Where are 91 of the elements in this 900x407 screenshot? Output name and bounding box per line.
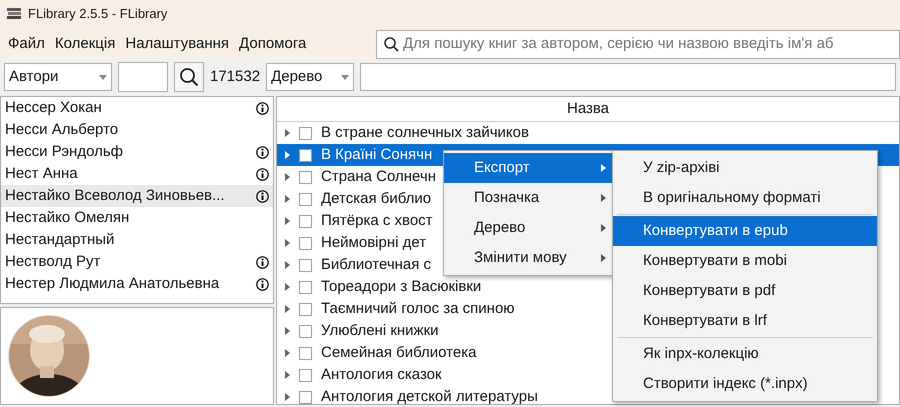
author-row[interactable]: Нестер Людмила Анатольевна xyxy=(1,273,273,295)
search-field[interactable]: Для пошуку книг за автором, серією чи назвою введіть ім'я аб xyxy=(376,30,900,58)
search-icon xyxy=(383,36,399,52)
checkbox[interactable] xyxy=(299,324,312,338)
author-row[interactable]: Нестволд Рут xyxy=(1,251,273,273)
menu-item[interactable]: Експорт xyxy=(444,153,612,183)
checkbox[interactable] xyxy=(299,302,312,316)
app-icon xyxy=(6,6,22,22)
book-title[interactable]: Библиотечная с xyxy=(321,254,432,276)
expand-icon[interactable] xyxy=(285,283,290,291)
author-row[interactable]: Нестандартный xyxy=(1,229,273,251)
checkbox[interactable] xyxy=(299,390,312,404)
submenu-arrow-icon xyxy=(601,224,606,232)
book-title[interactable]: В стране солнечных зайчиков xyxy=(321,122,529,144)
window-title: FLibrary 2.5.5 - FLibrary xyxy=(28,5,168,24)
author-name: Нессер Хокан xyxy=(5,98,102,118)
checkbox[interactable] xyxy=(299,346,312,360)
checkbox[interactable] xyxy=(299,280,312,294)
author-name: Несси Рэндольф xyxy=(5,142,124,162)
menu-item[interactable]: Допомога xyxy=(235,32,310,56)
author-row[interactable]: Нессер Хокан xyxy=(1,97,273,119)
book-title[interactable]: Таємничий голос за спиною xyxy=(321,298,515,320)
menu-item[interactable]: Як inpx-колекцію xyxy=(613,339,877,369)
checkbox[interactable] xyxy=(299,170,312,184)
author-name: Нестволд Рут xyxy=(5,252,100,272)
submenu-arrow-icon xyxy=(601,254,606,262)
menu-item[interactable]: Колекція xyxy=(50,32,120,56)
search-button[interactable] xyxy=(174,62,204,92)
expand-icon[interactable] xyxy=(285,327,290,335)
author-row[interactable]: Нестайко Омелян xyxy=(1,207,273,229)
author-row[interactable]: Нест Анна xyxy=(1,163,273,185)
expand-icon[interactable] xyxy=(285,195,290,203)
menu-item[interactable]: Файл xyxy=(4,32,49,56)
author-name: Нест Анна xyxy=(5,164,78,184)
menu-item[interactable]: Налаштування xyxy=(121,32,234,56)
author-name: Несси Альберто xyxy=(5,120,118,140)
expand-icon[interactable] xyxy=(285,217,290,225)
submenu-arrow-icon xyxy=(601,194,606,202)
view-dropdown[interactable]: Дерево xyxy=(266,63,354,91)
expand-icon[interactable] xyxy=(285,173,290,181)
checkbox[interactable] xyxy=(299,258,312,272)
book-title[interactable]: Страна Солнечн xyxy=(321,166,436,188)
menu-item[interactable]: Конвертувати в epub xyxy=(613,216,877,246)
checkbox[interactable] xyxy=(299,126,312,140)
checkbox[interactable] xyxy=(299,236,312,250)
book-title[interactable]: Антология сказок xyxy=(321,364,442,386)
filter-field[interactable] xyxy=(118,62,168,92)
author-row[interactable]: Нестайко Всеволод Зиновьев... xyxy=(1,185,273,207)
author-name: Нестайко Всеволод Зиновьев... xyxy=(5,186,225,206)
mode-dropdown[interactable]: Автори xyxy=(4,63,112,91)
author-name: Нестандартный xyxy=(5,230,114,250)
book-title[interactable]: Пятёрка с хвост xyxy=(321,210,433,232)
submenu-arrow-icon xyxy=(601,164,606,172)
column-header[interactable]: Назва xyxy=(566,98,610,120)
author-name: Нестайко Омелян xyxy=(5,208,130,228)
author-row[interactable]: Несси Рэндольф xyxy=(1,141,273,163)
expand-icon[interactable] xyxy=(285,261,290,269)
checkbox[interactable] xyxy=(299,214,312,228)
menu-item[interactable]: Конвертувати в pdf xyxy=(613,276,877,306)
dropdown-arrow-icon xyxy=(341,74,350,80)
book-title[interactable]: Детская библио xyxy=(321,188,432,210)
checkbox[interactable] xyxy=(299,148,312,162)
expand-icon[interactable] xyxy=(285,393,290,401)
menu-item[interactable]: Створити індекс (*.inpx) xyxy=(613,369,877,399)
filter-input[interactable] xyxy=(360,63,896,91)
checkbox[interactable] xyxy=(299,368,312,382)
book-title[interactable]: Неймовірні дет xyxy=(321,232,426,254)
search-icon xyxy=(179,67,199,87)
book-title[interactable]: Семейная библиотека xyxy=(321,342,476,364)
expand-icon[interactable] xyxy=(285,129,290,137)
menu-item[interactable]: Конвертувати в lrf xyxy=(613,306,877,336)
book-count: 171532 xyxy=(210,66,260,87)
book-title[interactable]: В Країні Сонячн xyxy=(321,144,432,166)
expand-icon[interactable] xyxy=(285,305,290,313)
book-title[interactable]: Улюблені книжки xyxy=(321,320,439,342)
expand-icon[interactable] xyxy=(285,239,290,247)
author-row[interactable]: Несси Альберто xyxy=(1,119,273,141)
menu-item[interactable]: Позначка xyxy=(444,183,612,213)
book-title[interactable]: Антология детской литературы xyxy=(321,386,538,404)
menu-item[interactable]: Дерево xyxy=(444,213,612,243)
checkbox[interactable] xyxy=(299,192,312,206)
expand-icon[interactable] xyxy=(285,151,290,159)
author-name: Нестер Людмила Анатольевна xyxy=(5,274,220,294)
dropdown-arrow-icon xyxy=(99,74,107,80)
expand-icon[interactable] xyxy=(285,349,290,357)
book-title[interactable]: Тореадори з Васюківки xyxy=(321,276,482,298)
expand-icon[interactable] xyxy=(285,371,290,379)
menu-item[interactable]: У zip-архіві xyxy=(613,153,877,183)
menu-item[interactable]: Конвертувати в mobi xyxy=(613,246,877,276)
menu-item[interactable]: Змінити мову xyxy=(444,243,612,273)
menu-item[interactable]: В оригінальному форматі xyxy=(613,183,877,213)
